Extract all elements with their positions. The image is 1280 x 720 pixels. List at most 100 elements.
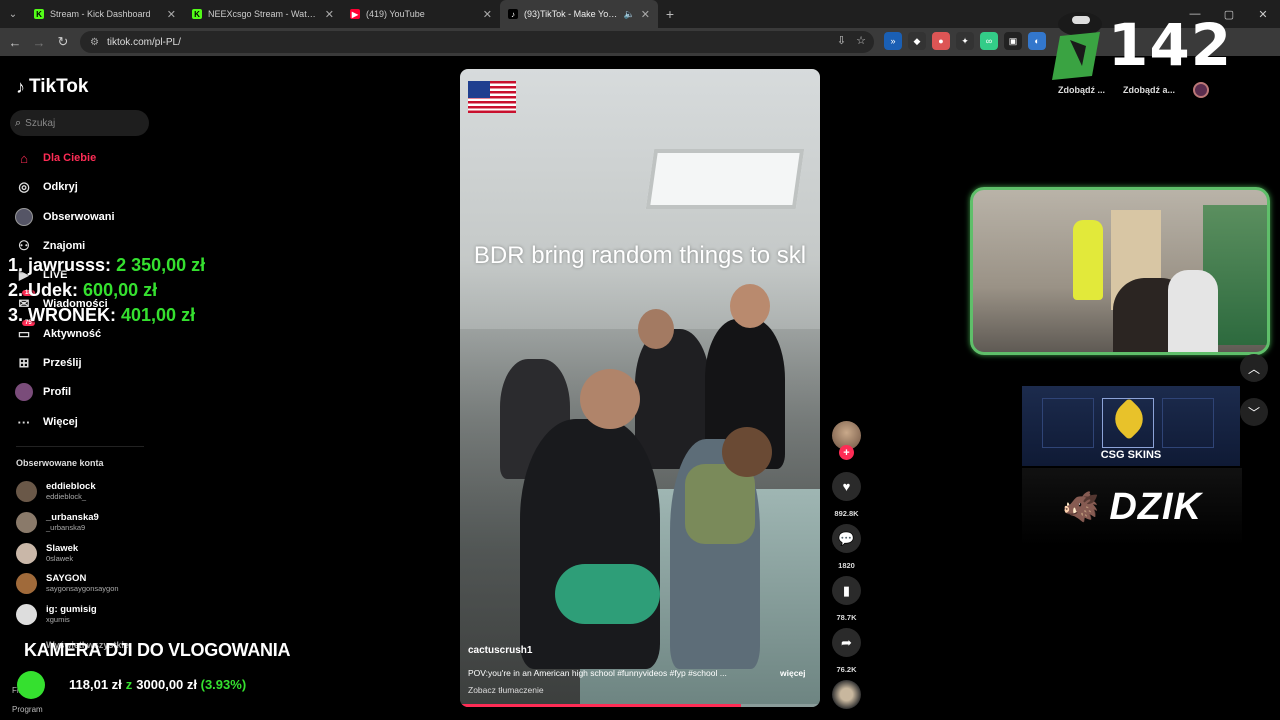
more-link[interactable]: więcej — [780, 668, 806, 678]
donor-name: 3. WRONEK: — [8, 305, 116, 325]
new-tab-button[interactable]: + — [658, 6, 682, 22]
tab-tiktok[interactable]: ♪ (93)TikTok - Make Your Day 🔈 ✕ — [500, 0, 658, 28]
bookmark-chip[interactable]: Zdobądź ... — [1058, 85, 1105, 95]
extension-icon[interactable]: ● — [932, 32, 950, 50]
forward-icon[interactable]: → — [27, 30, 51, 54]
tab-youtube[interactable]: ▶ (419) YouTube ✕ — [342, 0, 500, 28]
close-icon[interactable]: ✕ — [483, 8, 492, 21]
tab-title: (419) YouTube — [366, 9, 425, 19]
tiktok-logo[interactable]: ♪ TikTok — [16, 76, 88, 98]
share-count: 76.2K — [836, 665, 857, 674]
donor-amount: 600,00 zł — [83, 280, 158, 300]
comment-action[interactable]: 💬 1820 — [832, 524, 861, 570]
account-name: Slawek — [46, 543, 79, 554]
bookmark-star-icon[interactable]: ☆ — [856, 34, 866, 47]
search-box[interactable]: ⌕ — [10, 110, 149, 136]
goal-target: 3000,00 zł — [136, 677, 197, 692]
account-handle: _urbanska9 — [46, 523, 86, 532]
bookmark-icon[interactable]: ▮ — [832, 576, 861, 605]
chevron-down-icon[interactable]: ﹀ — [1240, 398, 1268, 426]
followed-account[interactable]: ig: gumisig xgumis — [16, 600, 97, 628]
sidebar-item-more[interactable]: ··· Więcej — [14, 410, 78, 434]
video-caption: BDR bring random things to skl — [473, 242, 807, 269]
sidebar-item-explore[interactable]: ◎ Odkryj — [14, 175, 78, 199]
tab-title: (93)TikTok - Make Your Day — [524, 9, 620, 19]
site-info-icon[interactable]: ⚙ — [90, 37, 99, 48]
chevron-up-icon[interactable]: ︿ — [1240, 354, 1268, 382]
followed-account[interactable]: _urbanska9 _urbanska9 — [16, 508, 99, 536]
translate-link[interactable]: Zobacz tłumaczenie — [468, 685, 544, 695]
extension-icon[interactable]: ▣ — [1004, 32, 1022, 50]
extension-icon[interactable]: ◆ — [908, 32, 926, 50]
person-figure — [520, 419, 660, 669]
follow-plus-icon[interactable]: + — [839, 445, 854, 460]
video-progress-fill — [460, 704, 741, 707]
donor-amount: 401,00 zł — [121, 305, 196, 325]
sidebar-item-label: Aktywność — [43, 328, 102, 340]
account-handle: xgumis — [46, 615, 70, 624]
extension-icon[interactable]: ∞ — [980, 32, 998, 50]
share-icon[interactable]: ➦ — [832, 628, 861, 657]
followed-account[interactable]: eddieblock eddieblock_ — [16, 477, 96, 505]
reload-icon[interactable]: ↻ — [51, 30, 75, 54]
video-progress-bar[interactable] — [460, 704, 820, 707]
close-icon[interactable]: ✕ — [325, 8, 334, 21]
goal-current: 118,01 zł — [69, 677, 122, 692]
share-action[interactable]: ➦ 76.2K — [832, 628, 861, 674]
ceiling-light — [645, 149, 805, 209]
donor-name: 1. jawrusss: — [8, 255, 112, 275]
following-avatar-icon — [14, 207, 34, 227]
logo-text: TikTok — [29, 76, 89, 97]
tab-title: Stream - Kick Dashboard — [50, 9, 151, 19]
back-icon[interactable]: ← — [3, 30, 27, 54]
cam-chair — [1168, 270, 1218, 352]
search-input[interactable] — [25, 117, 136, 129]
sidebar-item-following[interactable]: Obserwowani — [14, 205, 115, 229]
sidebar-item-for-you[interactable]: ⌂ Dla Ciebie — [14, 146, 96, 170]
account-name: eddieblock — [46, 481, 96, 492]
video-author[interactable]: cactuscrush1 — [468, 645, 532, 656]
tab-kick-dashboard[interactable]: K Stream - Kick Dashboard ✕ — [26, 0, 184, 28]
sidebar-item-upload[interactable]: ⊞ Prześlij — [14, 351, 82, 375]
music-disc[interactable] — [832, 680, 861, 709]
tab-neexcsgo-stream[interactable]: K NEEXcsgo Stream - Watch Live ✕ — [184, 0, 342, 28]
heart-icon[interactable]: ♥ — [832, 472, 861, 501]
comment-count: 1820 — [838, 561, 855, 570]
bookmark-chips: Zdobądź ... Zdobądź a... — [1058, 79, 1210, 101]
sidebar-item-label: Obserwowani — [43, 211, 115, 223]
profile-avatar-icon[interactable] — [1193, 82, 1210, 98]
address-bar[interactable]: ⚙ tiktok.com/pl-PL/ ⇩ ☆ — [80, 31, 874, 53]
close-window-icon[interactable]: ✕ — [1246, 0, 1280, 28]
footer-link[interactable]: Program — [12, 700, 43, 719]
followed-account[interactable]: SAYGON saygonsaygonsaygon — [16, 569, 119, 597]
followed-account[interactable]: Slawek 0slawek — [16, 539, 78, 567]
mascot-overlay — [1052, 12, 1102, 80]
speaker-icon[interactable]: 🔈 — [624, 9, 635, 20]
extension-icon[interactable]: » — [884, 32, 902, 50]
person-head — [638, 309, 674, 349]
avatar — [16, 542, 37, 564]
close-icon[interactable]: ✕ — [167, 8, 176, 21]
comment-icon[interactable]: 💬 — [832, 524, 861, 553]
video-player[interactable]: BDR bring random things to skl cactuscru… — [460, 69, 820, 707]
install-icon[interactable]: ⇩ — [837, 34, 846, 47]
csgoskins-logo: CSG SKINS — [1100, 449, 1162, 461]
dzik-banner: 🐗 DZIK — [1022, 468, 1242, 546]
skin-slot — [1162, 398, 1214, 448]
donor-name: 2. Udek: — [8, 280, 79, 300]
sidebar-item-profile[interactable]: Profil — [14, 380, 71, 404]
sidebar-item-label: Profil — [43, 386, 72, 398]
extensions-bar: » ◆ ● ✦ ∞ ▣ ◐ — [884, 32, 1046, 50]
account-name: SAYGON — [46, 573, 87, 584]
tab-search-icon[interactable]: ⌄ — [0, 0, 26, 28]
bookmark-action[interactable]: ▮ 78.7K — [832, 576, 861, 622]
tiktok-note-icon: ♪ — [16, 76, 25, 97]
extension-icon[interactable]: ✦ — [956, 32, 974, 50]
like-action[interactable]: ♥ 892.8K — [832, 472, 861, 518]
goal-progress-text: 118,01 zł z 3000,00 zł (3.93%) — [69, 677, 246, 692]
like-count: 892.8K — [834, 509, 859, 518]
sidebar-item-label: Odkryj — [43, 181, 78, 193]
bookmark-chip[interactable]: Zdobądź a... — [1123, 85, 1175, 95]
close-icon[interactable]: ✕ — [641, 8, 650, 21]
sidebar-item-label: Znajomi — [43, 240, 86, 252]
